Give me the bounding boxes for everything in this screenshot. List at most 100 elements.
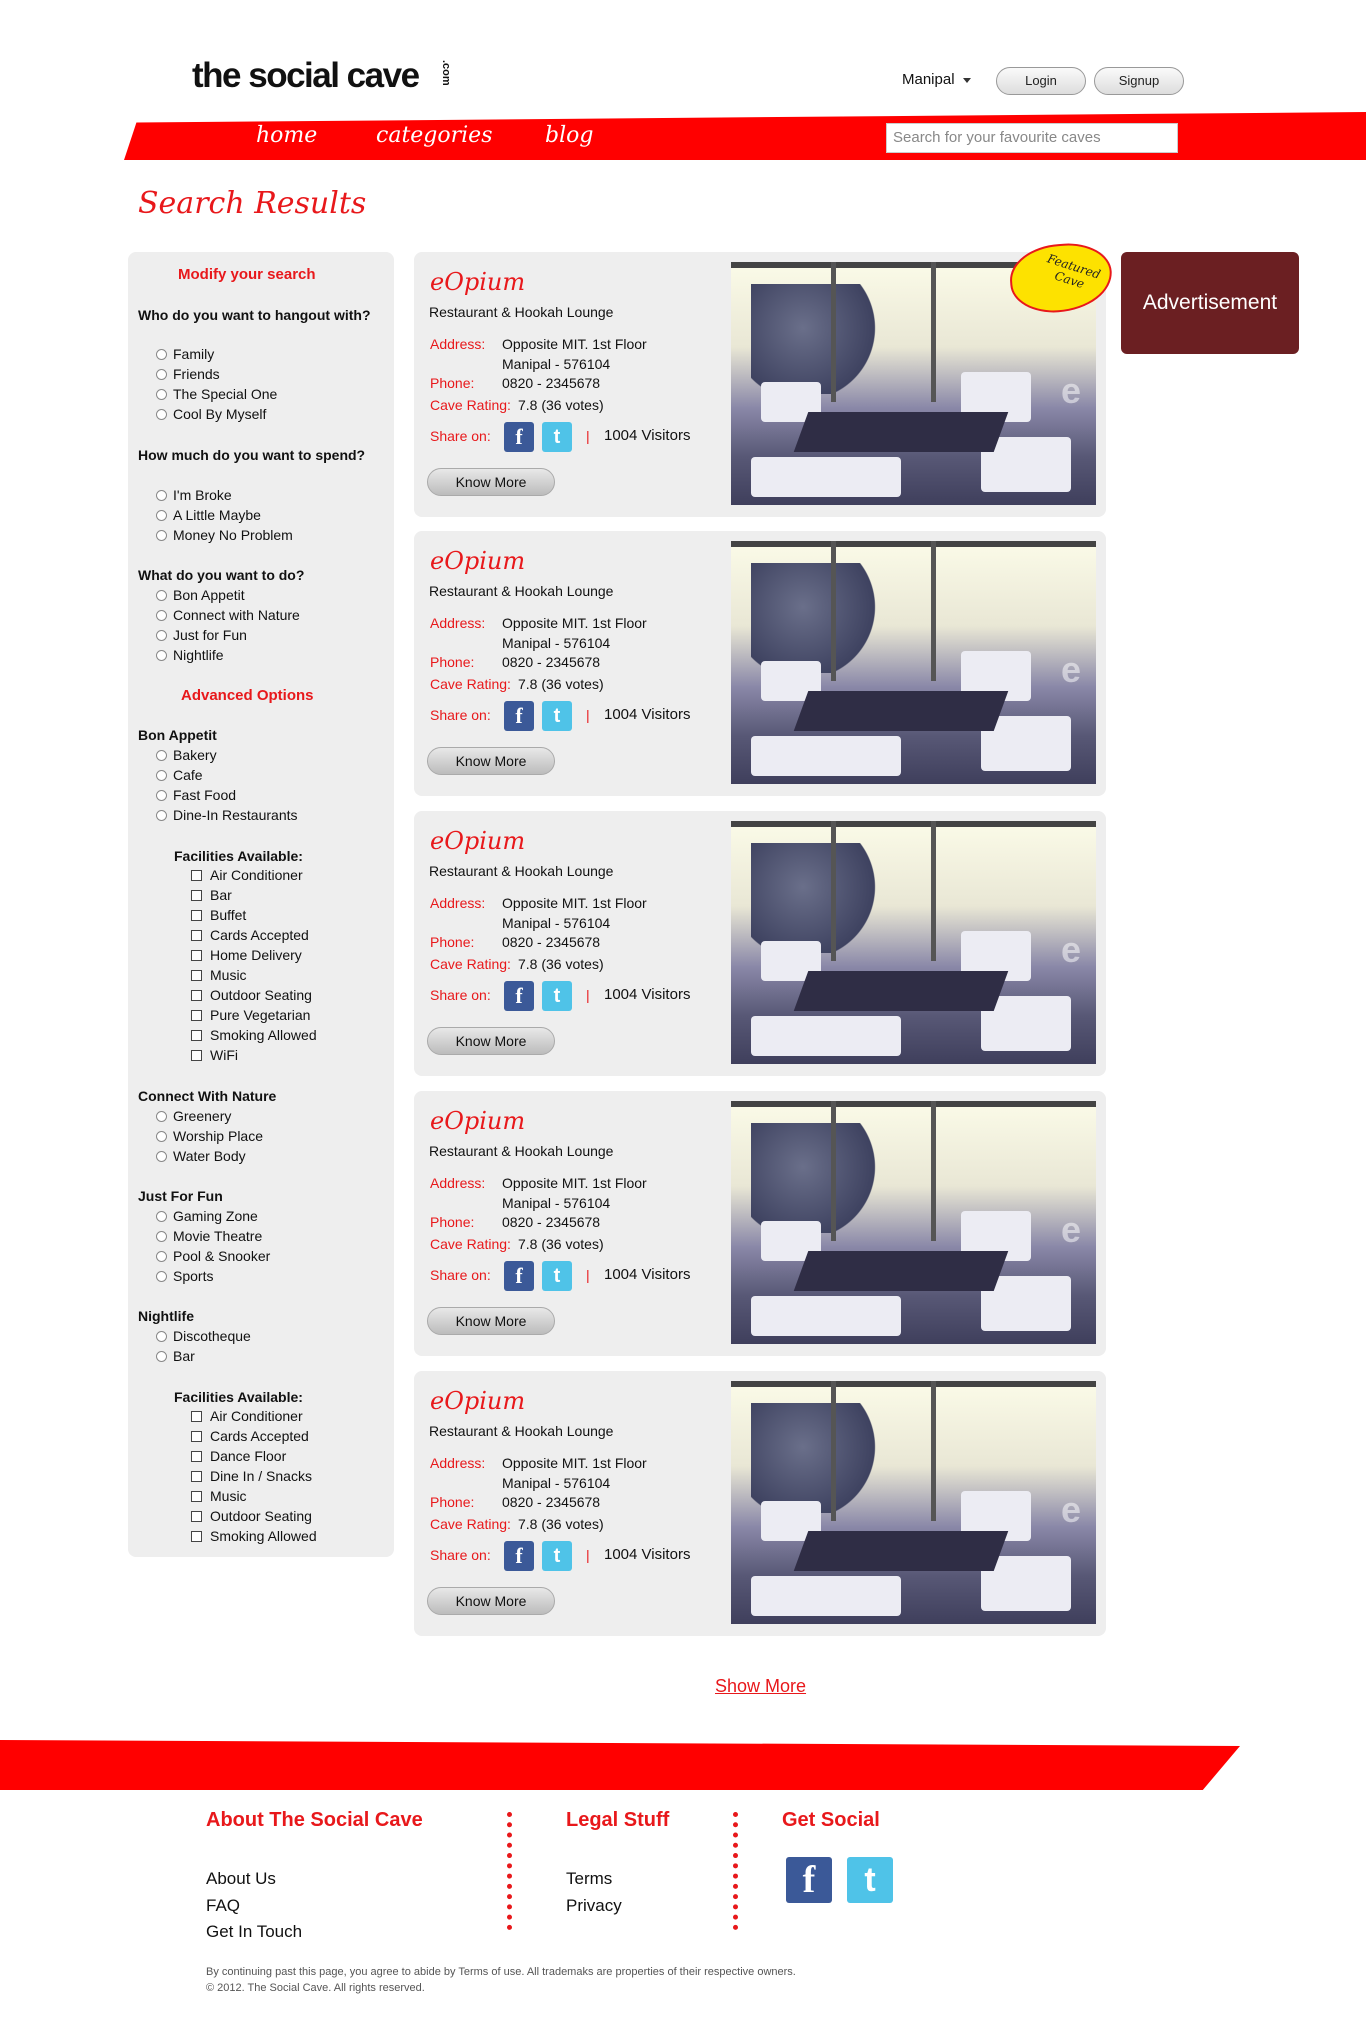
filter-option[interactable]: Air Conditioner xyxy=(191,1408,303,1424)
radio-icon[interactable] xyxy=(156,409,167,420)
footer-link-about[interactable]: About Us xyxy=(206,1869,276,1889)
filter-option[interactable]: A Little Maybe xyxy=(156,507,261,523)
filter-option[interactable]: Bar xyxy=(156,1348,195,1364)
checkbox-icon[interactable] xyxy=(191,890,202,901)
twitter-icon[interactable]: t xyxy=(542,422,572,452)
filter-option[interactable]: Gaming Zone xyxy=(156,1208,258,1224)
checkbox-icon[interactable] xyxy=(191,1471,202,1482)
radio-icon[interactable] xyxy=(156,490,167,501)
filter-option[interactable]: Smoking Allowed xyxy=(191,1528,317,1544)
filter-option[interactable]: Home Delivery xyxy=(191,947,302,963)
result-card[interactable]: eOpium Restaurant & Hookah Lounge Address:… xyxy=(414,531,1106,796)
radio-icon[interactable] xyxy=(156,750,167,761)
radio-icon[interactable] xyxy=(156,349,167,360)
advertisement-box[interactable]: Advertisement xyxy=(1121,252,1299,354)
result-card[interactable]: eOpium Restaurant & Hookah Lounge Address:… xyxy=(414,252,1106,517)
filter-option[interactable]: Cool By Myself xyxy=(156,406,266,422)
radio-icon[interactable] xyxy=(156,1271,167,1282)
radio-icon[interactable] xyxy=(156,1231,167,1242)
filter-option[interactable]: Buffet xyxy=(191,907,246,923)
filter-option[interactable]: Air Conditioner xyxy=(191,867,303,883)
checkbox-icon[interactable] xyxy=(191,1050,202,1061)
cave-name[interactable]: eOpium xyxy=(430,1107,525,1135)
filter-option[interactable]: Movie Theatre xyxy=(156,1228,262,1244)
cave-name[interactable]: eOpium xyxy=(430,268,525,296)
checkbox-icon[interactable] xyxy=(191,1511,202,1522)
checkbox-icon[interactable] xyxy=(191,1491,202,1502)
know-more-button[interactable]: Know More xyxy=(427,1307,555,1335)
filter-option[interactable]: Bar xyxy=(191,887,232,903)
result-card[interactable]: eOpium Restaurant & Hookah Lounge Address:… xyxy=(414,811,1106,1076)
filter-option[interactable]: Bakery xyxy=(156,747,217,763)
know-more-button[interactable]: Know More xyxy=(427,468,555,496)
checkbox-icon[interactable] xyxy=(191,970,202,981)
checkbox-icon[interactable] xyxy=(191,930,202,941)
facebook-icon[interactable]: f xyxy=(504,981,534,1011)
twitter-icon[interactable]: t xyxy=(542,1261,572,1291)
radio-icon[interactable] xyxy=(156,610,167,621)
radio-icon[interactable] xyxy=(156,389,167,400)
filter-option[interactable]: Sports xyxy=(156,1268,213,1284)
know-more-button[interactable]: Know More xyxy=(427,747,555,775)
filter-option[interactable]: Cafe xyxy=(156,767,203,783)
facebook-icon[interactable]: f xyxy=(504,1541,534,1571)
filter-option[interactable]: Music xyxy=(191,1488,247,1504)
filter-option[interactable]: Cards Accepted xyxy=(191,1428,309,1444)
radio-icon[interactable] xyxy=(156,770,167,781)
login-button[interactable]: Login xyxy=(996,67,1086,95)
filter-option[interactable]: Discotheque xyxy=(156,1328,251,1344)
radio-icon[interactable] xyxy=(156,630,167,641)
checkbox-icon[interactable] xyxy=(191,1531,202,1542)
filter-option[interactable]: Friends xyxy=(156,366,220,382)
cave-name[interactable]: eOpium xyxy=(430,1387,525,1415)
footer-link-terms[interactable]: Terms xyxy=(566,1869,612,1889)
know-more-button[interactable]: Know More xyxy=(427,1587,555,1615)
nav-blog[interactable]: blog xyxy=(545,123,593,148)
result-card[interactable]: eOpium Restaurant & Hookah Lounge Address:… xyxy=(414,1371,1106,1636)
radio-icon[interactable] xyxy=(156,1331,167,1342)
result-card[interactable]: eOpium Restaurant & Hookah Lounge Address:… xyxy=(414,1091,1106,1356)
filter-option[interactable]: Music xyxy=(191,967,247,983)
radio-icon[interactable] xyxy=(156,1251,167,1262)
radio-icon[interactable] xyxy=(156,810,167,821)
location-selector[interactable]: Manipal xyxy=(902,71,971,88)
twitter-icon[interactable]: t xyxy=(542,981,572,1011)
footer-link-faq[interactable]: FAQ xyxy=(206,1896,240,1916)
filter-option[interactable]: Dine In / Snacks xyxy=(191,1468,312,1484)
site-logo[interactable]: the social cave xyxy=(192,56,420,96)
footer-link-privacy[interactable]: Privacy xyxy=(566,1896,622,1916)
checkbox-icon[interactable] xyxy=(191,1451,202,1462)
filter-option[interactable]: The Special One xyxy=(156,386,277,402)
filter-option[interactable]: Smoking Allowed xyxy=(191,1027,317,1043)
filter-option[interactable]: Money No Problem xyxy=(156,527,293,543)
cave-name[interactable]: eOpium xyxy=(430,547,525,575)
checkbox-icon[interactable] xyxy=(191,1431,202,1442)
twitter-icon[interactable]: t xyxy=(542,701,572,731)
radio-icon[interactable] xyxy=(156,1131,167,1142)
facebook-icon[interactable]: f xyxy=(504,1261,534,1291)
know-more-button[interactable]: Know More xyxy=(427,1027,555,1055)
cave-photo[interactable]: e xyxy=(731,541,1096,784)
filter-option[interactable]: Nightlife xyxy=(156,647,224,663)
checkbox-icon[interactable] xyxy=(191,870,202,881)
radio-icon[interactable] xyxy=(156,1351,167,1362)
radio-icon[interactable] xyxy=(156,510,167,521)
filter-option[interactable]: Just for Fun xyxy=(156,627,247,643)
filter-option[interactable]: Pool & Snooker xyxy=(156,1248,270,1264)
checkbox-icon[interactable] xyxy=(191,1030,202,1041)
nav-home[interactable]: home xyxy=(256,123,317,148)
filter-option[interactable]: I'm Broke xyxy=(156,487,232,503)
checkbox-icon[interactable] xyxy=(191,1010,202,1021)
checkbox-icon[interactable] xyxy=(191,910,202,921)
radio-icon[interactable] xyxy=(156,590,167,601)
radio-icon[interactable] xyxy=(156,530,167,541)
filter-option[interactable]: Family xyxy=(156,346,214,362)
filter-option[interactable]: Dine-In Restaurants xyxy=(156,807,298,823)
cave-photo[interactable]: e xyxy=(731,1381,1096,1624)
filter-option[interactable]: Outdoor Seating xyxy=(191,987,312,1003)
signup-button[interactable]: Signup xyxy=(1094,67,1184,95)
radio-icon[interactable] xyxy=(156,650,167,661)
filter-option[interactable]: Water Body xyxy=(156,1148,246,1164)
filter-option[interactable]: Cards Accepted xyxy=(191,927,309,943)
radio-icon[interactable] xyxy=(156,1111,167,1122)
